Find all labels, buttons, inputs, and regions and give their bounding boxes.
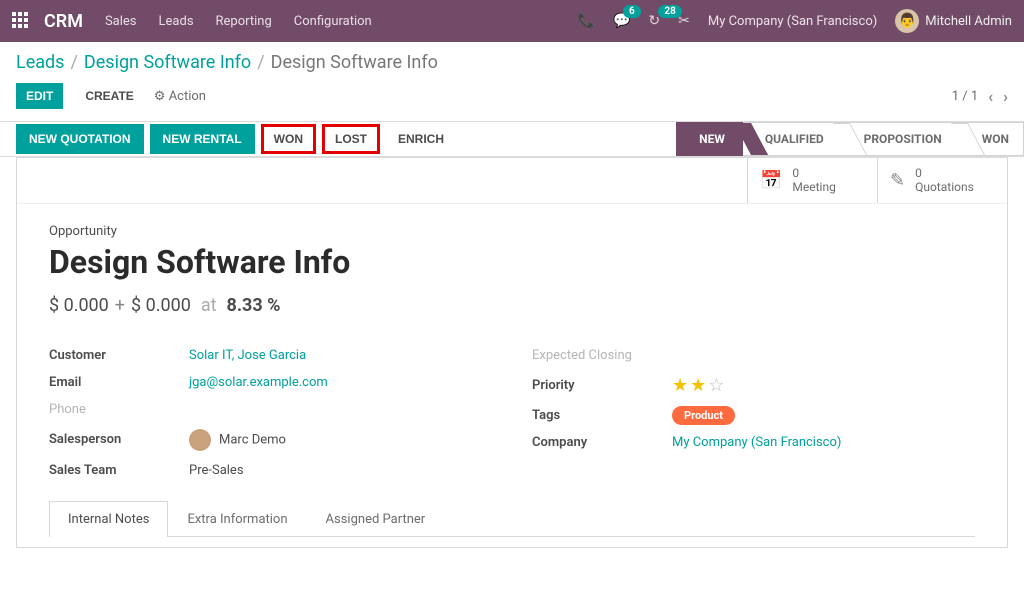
lost-button[interactable]: LOST <box>322 124 380 154</box>
form-columns: CustomerSolar IT, Jose Garcia Emailjga@s… <box>49 342 975 484</box>
breadcrumb-current: Design Software Info <box>271 52 438 73</box>
quotation-icon: ✎ <box>890 170 905 191</box>
pager: 1 / 1 ‹ › <box>952 87 1008 106</box>
email-value[interactable]: jga@solar.example.com <box>189 375 492 390</box>
extra-revenue: $ 0.000 <box>131 295 191 316</box>
nav-sales[interactable]: Sales <box>105 14 137 29</box>
stat-buttons: 📅 0Meeting ✎ 0Quotations <box>17 158 1007 204</box>
tab-internal-notes[interactable]: Internal Notes <box>49 501 168 537</box>
tag-product: Product <box>672 406 735 425</box>
nav-configuration[interactable]: Configuration <box>294 14 372 29</box>
nav-leads[interactable]: Leads <box>159 14 194 29</box>
stat-meeting-label: Meeting <box>792 180 835 194</box>
nav-reporting[interactable]: Reporting <box>216 14 272 29</box>
tools-icon[interactable]: ✂ <box>678 13 690 29</box>
star-icon: ★ <box>672 375 690 396</box>
left-col: CustomerSolar IT, Jose Garcia Emailjga@s… <box>49 342 492 484</box>
probability: 8.33 % <box>227 295 281 316</box>
top-navbar: CRM Sales Leads Reporting Configuration … <box>0 0 1024 42</box>
action-dropdown[interactable]: ⚙ Action <box>154 89 206 104</box>
notebook-tabs: Internal Notes Extra Information Assigne… <box>49 500 975 537</box>
breadcrumb: Leads/Design Software Info/Design Softwa… <box>16 52 1008 73</box>
star-icon: ☆ <box>708 375 726 396</box>
team-value: Pre-Sales <box>189 463 492 478</box>
company-selector[interactable]: My Company (San Francisco) <box>708 14 877 29</box>
team-label: Sales Team <box>49 463 189 478</box>
email-label: Email <box>49 375 189 390</box>
calendar-icon: 📅 <box>760 170 782 191</box>
activity-icon[interactable]: ↻28 <box>648 13 660 29</box>
opportunity-label: Opportunity <box>49 224 975 239</box>
salesperson-avatar <box>189 429 211 451</box>
breadcrumb-root[interactable]: Leads <box>16 52 64 73</box>
chat-badge: 6 <box>623 5 641 18</box>
stage-bar: NEW QUALIFIED PROPOSITION WON <box>676 122 1024 156</box>
star-icon: ★ <box>690 375 708 396</box>
company-value[interactable]: My Company (San Francisco) <box>672 435 975 450</box>
chat-icon[interactable]: 💬6 <box>613 13 630 29</box>
plus-icon: + <box>115 295 125 316</box>
expected-closing-label: Expected Closing <box>532 348 672 363</box>
user-name: Mitchell Admin <box>925 14 1012 29</box>
salesperson-label: Salesperson <box>49 432 189 447</box>
control-panel: Leads/Design Software Info/Design Softwa… <box>0 42 1024 157</box>
right-col: Expected Closing Priority★★☆ TagsProduct… <box>532 342 975 484</box>
pager-prev[interactable]: ‹ <box>988 87 993 106</box>
action-bar: EDIT CREATE ⚙ Action 1 / 1 ‹ › <box>16 83 1008 109</box>
company-label: Company <box>532 435 672 450</box>
opportunity-title: Design Software Info <box>49 243 975 281</box>
sheet-body: Opportunity Design Software Info $ 0.000… <box>17 204 1007 547</box>
status-bar: NEW QUOTATION NEW RENTAL WON LOST ENRICH… <box>0 121 1024 157</box>
tags-label: Tags <box>532 408 672 423</box>
tags-value[interactable]: Product <box>672 408 975 423</box>
pager-next[interactable]: › <box>1003 87 1008 106</box>
salesperson-value[interactable]: Marc Demo <box>189 429 492 451</box>
form-sheet: 📅 0Meeting ✎ 0Quotations Opportunity Des… <box>16 157 1008 548</box>
stat-quotations[interactable]: ✎ 0Quotations <box>877 158 1007 203</box>
stat-meeting[interactable]: 📅 0Meeting <box>747 158 877 203</box>
phone-label: Phone <box>49 402 189 417</box>
phone-icon[interactable]: 📞 <box>578 13 595 29</box>
priority-label: Priority <box>532 378 672 393</box>
priority-stars[interactable]: ★★☆ <box>672 375 975 396</box>
create-button[interactable]: CREATE <box>75 83 143 109</box>
customer-label: Customer <box>49 348 189 363</box>
won-button[interactable]: WON <box>261 124 316 154</box>
tab-extra-information[interactable]: Extra Information <box>168 501 306 537</box>
enrich-button[interactable]: ENRICH <box>386 125 456 153</box>
app-brand[interactable]: CRM <box>44 11 83 32</box>
user-menu[interactable]: 👨 Mitchell Admin <box>895 9 1012 33</box>
expected-revenue-line: $ 0.000 + $ 0.000 at 8.33 % <box>49 295 975 316</box>
tab-assigned-partner[interactable]: Assigned Partner <box>307 501 445 537</box>
apps-icon[interactable] <box>12 12 30 30</box>
avatar-icon: 👨 <box>895 9 919 33</box>
stat-quotations-label: Quotations <box>915 180 974 194</box>
at-label: at <box>201 295 217 316</box>
nav-right: 📞 💬6 ↻28 ✂ My Company (San Francisco) 👨 M… <box>578 9 1013 33</box>
gear-icon: ⚙ <box>154 89 166 104</box>
nav-menu: Sales Leads Reporting Configuration <box>105 14 372 29</box>
form-sheet-wrap: 📅 0Meeting ✎ 0Quotations Opportunity Des… <box>0 157 1024 564</box>
stage-new[interactable]: NEW <box>676 122 743 156</box>
edit-button[interactable]: EDIT <box>16 83 63 109</box>
expected-revenue: $ 0.000 <box>49 295 109 316</box>
new-rental-button[interactable]: NEW RENTAL <box>150 124 255 154</box>
stat-quotations-count: 0 <box>915 166 974 180</box>
pager-value[interactable]: 1 / 1 <box>952 89 978 104</box>
new-quotation-button[interactable]: NEW QUOTATION <box>16 124 144 154</box>
customer-value[interactable]: Solar IT, Jose Garcia <box>189 348 492 363</box>
breadcrumb-mid[interactable]: Design Software Info <box>84 52 251 73</box>
stat-meeting-count: 0 <box>792 166 835 180</box>
